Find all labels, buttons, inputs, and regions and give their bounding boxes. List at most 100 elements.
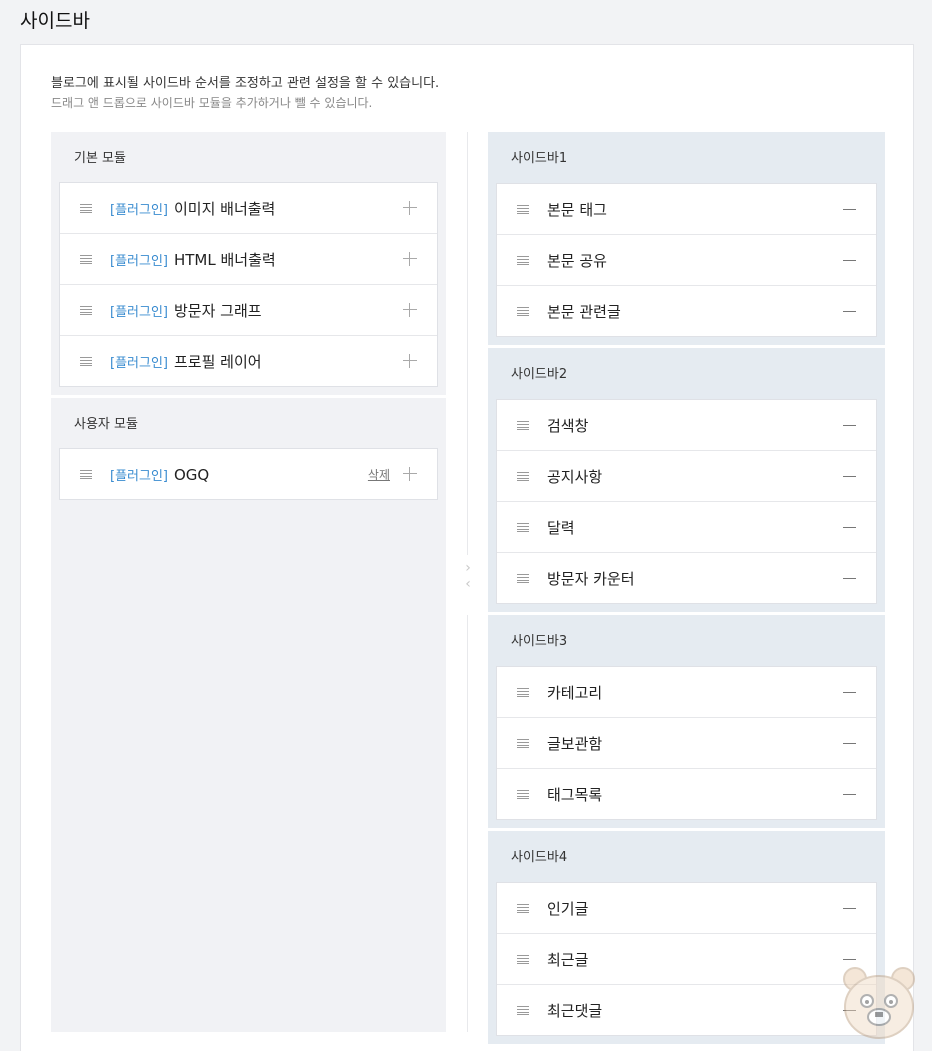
minus-icon[interactable] (843, 425, 856, 426)
plus-icon[interactable] (403, 467, 417, 481)
sidebar-title: 사이드바3 (511, 634, 568, 649)
plus-icon[interactable] (403, 354, 417, 368)
sidebar-module-item[interactable]: 태그목록 (497, 768, 876, 819)
sidebar-title: 사이드바4 (511, 850, 568, 865)
sidebar-module-list: 검색창 공지사항 달력 방문자 카운터 (496, 399, 877, 604)
sidebar-module-item[interactable]: 최근글 (497, 933, 876, 984)
drag-handle-icon[interactable] (80, 357, 92, 366)
plugin-tag: [플러그인] (110, 468, 168, 484)
user-modules-section: 사용자 모듈 [플러그인] OGQ 삭제 (51, 395, 446, 508)
drag-handle-icon[interactable] (517, 739, 529, 748)
sidebar-module-list: 인기글 최근글 최근댓글 (496, 882, 877, 1036)
user-modules-title: 사용자 모듈 (74, 417, 138, 432)
module-label: 공지사항 (547, 467, 603, 486)
module-label: 방문자 카운터 (547, 569, 635, 588)
module-item-profile-layer[interactable]: [플러그인] 프로필 레이어 (60, 335, 437, 386)
drag-handle-icon[interactable] (517, 574, 529, 583)
sidebar-module-item[interactable]: 공지사항 (497, 450, 876, 501)
drag-handle-icon[interactable] (517, 904, 529, 913)
module-item-visitor-graph[interactable]: [플러그인] 방문자 그래프 (60, 284, 437, 335)
minus-icon[interactable] (843, 578, 856, 579)
drag-handle-icon[interactable] (80, 204, 92, 213)
plus-icon[interactable] (403, 303, 417, 317)
sidebar-module-item[interactable]: 본문 태그 (497, 184, 876, 234)
minus-icon[interactable] (843, 527, 856, 528)
drag-drop-hint: 드래그 앤 드롭으로 사이드바 모듈을 추가하거나 뺄 수 있습니다. (51, 96, 373, 110)
modules-column: 기본 모듈 [플러그인] 이미지 배너출력 [플러그인] HTML 배너출력 [플러… (51, 132, 446, 1032)
module-item-html-banner[interactable]: [플러그인] HTML 배너출력 (60, 233, 437, 284)
drag-handle-icon[interactable] (517, 472, 529, 481)
sidebar-title: 사이드바2 (511, 367, 568, 382)
delete-module-link[interactable]: 삭제 (368, 466, 390, 483)
sidebar-title: 사이드바1 (511, 151, 568, 166)
sidebar-section-3: 사이드바3 카테고리 글보관함 태그목록 (488, 615, 885, 828)
module-label: 카테고리 (547, 683, 603, 702)
mascot-watermark-icon (843, 967, 915, 1039)
module-label: 방문자 그래프 (173, 301, 262, 320)
minus-icon[interactable] (843, 794, 856, 795)
module-label: OGQ (173, 465, 210, 484)
drag-handle-icon[interactable] (517, 955, 529, 964)
basic-modules-list: [플러그인] 이미지 배너출력 [플러그인] HTML 배너출력 [플러그인] 방문자… (59, 182, 438, 387)
plus-icon[interactable] (403, 201, 417, 215)
drag-handle-icon[interactable] (80, 470, 92, 479)
module-label: 최근댓글 (547, 1001, 603, 1020)
drag-handle-icon[interactable] (517, 307, 529, 316)
drag-handle-icon[interactable] (517, 1006, 529, 1015)
chevron-left-right-icon: › ‹ (465, 560, 471, 592)
module-label: 본문 관련글 (547, 302, 621, 321)
drag-handle-icon[interactable] (517, 256, 529, 265)
module-item-ogq[interactable]: [플러그인] OGQ 삭제 (60, 449, 437, 499)
minus-icon[interactable] (843, 476, 856, 477)
drag-handle-icon[interactable] (517, 205, 529, 214)
sidebar-module-item[interactable]: 본문 관련글 (497, 285, 876, 336)
minus-icon[interactable] (843, 209, 856, 210)
drag-handle-icon[interactable] (517, 421, 529, 430)
basic-modules-title: 기본 모듈 (74, 151, 126, 166)
plugin-tag: [플러그인] (110, 202, 168, 218)
page-title: 사이드바 (20, 10, 90, 32)
module-label: 글보관함 (547, 734, 603, 753)
minus-icon[interactable] (843, 908, 856, 909)
drag-handle-icon[interactable] (517, 523, 529, 532)
sidebar-module-item[interactable]: 달력 (497, 501, 876, 552)
sidebar-module-item[interactable]: 검색창 (497, 400, 876, 450)
plus-icon[interactable] (403, 252, 417, 266)
sidebar-module-item[interactable]: 인기글 (497, 883, 876, 933)
sidebar-module-item[interactable]: 본문 공유 (497, 234, 876, 285)
minus-icon[interactable] (843, 743, 856, 744)
module-label: 인기글 (547, 899, 589, 918)
module-label: 본문 공유 (547, 251, 607, 270)
minus-icon[interactable] (843, 959, 856, 960)
sidebar-section-1: 사이드바1 본문 태그 본문 공유 본문 관련글 (488, 132, 885, 345)
sidebar-module-item[interactable]: 카테고리 (497, 667, 876, 717)
module-label: 프로필 레이어 (173, 352, 262, 371)
user-modules-list: [플러그인] OGQ 삭제 (59, 448, 438, 500)
sidebar-settings-panel: 블로그에 표시될 사이드바 순서를 조정하고 관련 설정을 할 수 있습니다. … (20, 44, 914, 1051)
minus-icon[interactable] (843, 692, 856, 693)
sidebar-section-2: 사이드바2 검색창 공지사항 달력 방문자 카운터 (488, 348, 885, 612)
module-label: 본문 태그 (547, 200, 607, 219)
module-label: HTML 배너출력 (173, 250, 276, 269)
drag-handle-icon[interactable] (80, 306, 92, 315)
plugin-tag: [플러그인] (110, 355, 168, 371)
plugin-tag: [플러그인] (110, 253, 168, 269)
sidebar-module-item[interactable]: 최근댓글 (497, 984, 876, 1035)
minus-icon[interactable] (843, 311, 856, 312)
basic-modules-section: 기본 모듈 [플러그인] 이미지 배너출력 [플러그인] HTML 배너출력 [플러… (51, 132, 446, 395)
minus-icon[interactable] (843, 260, 856, 261)
module-item-image-banner[interactable]: [플러그인] 이미지 배너출력 (60, 183, 437, 233)
sidebar-module-item[interactable]: 글보관함 (497, 717, 876, 768)
sidebar-module-item[interactable]: 방문자 카운터 (497, 552, 876, 603)
sidebar-module-list: 카테고리 글보관함 태그목록 (496, 666, 877, 820)
drag-handle-icon[interactable] (517, 688, 529, 697)
drag-handle-icon[interactable] (80, 255, 92, 264)
module-label: 태그목록 (547, 785, 603, 804)
module-label: 이미지 배너출력 (173, 199, 276, 218)
module-label: 최근글 (547, 950, 589, 969)
module-label: 검색창 (547, 416, 589, 435)
drag-handle-icon[interactable] (517, 790, 529, 799)
page-description: 블로그에 표시될 사이드바 순서를 조정하고 관련 설정을 할 수 있습니다. (51, 76, 440, 91)
sidebar-section-4: 사이드바4 인기글 최근글 최근댓글 (488, 831, 885, 1044)
sidebar-module-list: 본문 태그 본문 공유 본문 관련글 (496, 183, 877, 337)
